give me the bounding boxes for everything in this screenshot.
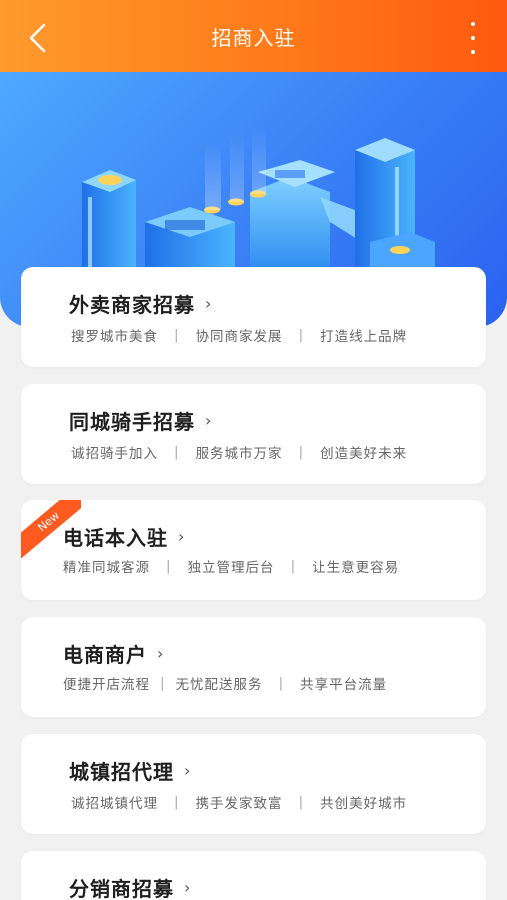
card-takeout-merchant[interactable]: 外卖商家招募 › 搜罗城市美食 | 协同商家发展 | 打造线上品牌 [21,267,486,367]
card-title: 电商商户 › [63,643,165,667]
card-rider-recruit[interactable]: 同城骑手招募 › 诚招骑手加入 | 服务城市万家 | 创造美好未来 [21,384,486,484]
card-tags: 精准同城客源 | 独立管理后台 | 让生意更容易 [63,558,400,576]
card-title: 分销商招募 › [69,877,192,900]
chevron-right-icon: › [178,527,186,546]
top-navigation-bar: 招商入驻 [0,0,507,72]
card-tags: 便捷开店流程 | 无忧配送服务 | 共享平台流量 [63,675,388,693]
card-tags: 诚招城镇代理 | 携手发家致富 | 共创美好城市 [71,794,408,812]
chevron-right-icon: › [184,761,192,780]
more-options-button[interactable] [465,22,481,54]
card-phonebook[interactable]: New 电话本入驻 › 精准同城客源 | 独立管理后台 | 让生意更容易 [21,500,486,600]
page-title: 招商入驻 [211,26,296,50]
chevron-right-icon: › [184,878,192,897]
card-tags: 搜罗城市美食 | 协同商家发展 | 打造线上品牌 [71,327,408,345]
card-title: 城镇招代理 › [69,760,192,784]
card-tags: 诚招骑手加入 | 服务城市万家 | 创造美好未来 [71,444,408,462]
more-vertical-icon [471,22,475,26]
chevron-right-icon: › [157,644,165,663]
card-title: 同城骑手招募 › [69,410,213,434]
card-distributor[interactable]: 分销商招募 › [21,851,486,900]
chevron-right-icon: › [205,294,213,313]
card-title: 电话本入驻 › [63,526,186,550]
card-title: 外卖商家招募 › [69,293,213,317]
card-ecommerce-merchant[interactable]: 电商商户 › 便捷开店流程 | 无忧配送服务 | 共享平台流量 [21,617,486,717]
card-town-agent[interactable]: 城镇招代理 › 诚招城镇代理 | 携手发家致富 | 共创美好城市 [21,734,486,834]
chevron-right-icon: › [205,411,213,430]
